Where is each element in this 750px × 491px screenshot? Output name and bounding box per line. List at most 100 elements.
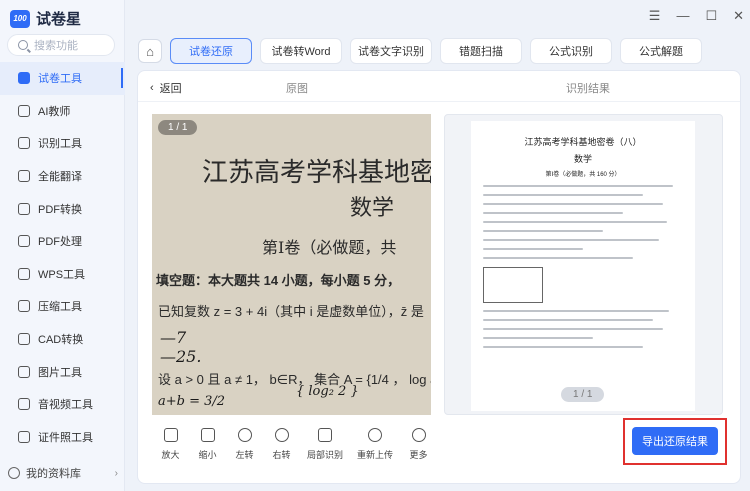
feature-tabs: 试卷还原 试卷转Word 试卷文字识别 错题扫描 公式识别 公式解题 — [170, 38, 702, 64]
close-icon[interactable]: ✕ — [733, 8, 744, 24]
sidebar-item-label: CAD转换 — [38, 334, 84, 347]
home-icon: ⌂ — [146, 43, 154, 59]
result-document: 江苏高考学科基地密卷（八） 数学 第Ⅰ卷（必做题，共 160 分） — [471, 121, 695, 411]
handwriting-mark: —7 —25. — [160, 328, 202, 366]
cad-icon — [18, 333, 30, 346]
original-label: 原图 — [286, 83, 308, 95]
scan-icon — [18, 137, 30, 150]
reupload-button[interactable]: 重新上传 — [350, 428, 400, 461]
text-line — [483, 257, 633, 259]
layers-icon — [18, 72, 30, 85]
app-logo: 100 试卷星 — [10, 8, 81, 29]
pdf-icon — [18, 235, 30, 248]
result-doc-title: 江苏高考学科基地密卷（八） — [524, 138, 642, 148]
zoom-in-icon — [163, 428, 178, 442]
text-line — [483, 310, 669, 312]
tab-exam-to-word[interactable]: 试卷转Word — [260, 38, 342, 64]
sidebar-item-image[interactable]: 图片工具 — [0, 355, 125, 388]
handwriting-mark: a+b = 3/2 — [158, 394, 226, 409]
more-button[interactable]: 更多 — [400, 428, 437, 461]
tab-exam-restore[interactable]: 试卷还原 — [170, 38, 252, 64]
tab-formula-solve[interactable]: 公式解题 — [620, 38, 702, 64]
window-controls: ☰ — ☐ ✕ — [649, 8, 744, 24]
convert-icon — [18, 202, 30, 215]
text-line — [483, 221, 667, 223]
sidebar-item-translate[interactable]: 全能翻译 — [0, 160, 125, 193]
sidebar-item-exam-tools[interactable]: 试卷工具 — [0, 62, 125, 95]
translate-icon — [18, 170, 30, 183]
result-page-indicator: 1 / 1 — [561, 387, 605, 402]
sidebar-item-pdf-process[interactable]: PDF处理 — [0, 225, 125, 258]
text-line — [483, 185, 673, 187]
image-toolbar: 放大 缩小 左转 右转 局部识别 重新上传 更多 — [152, 428, 437, 461]
back-label: 返回 — [159, 83, 182, 95]
tab-exam-text-ocr[interactable]: 试卷文字识别 — [350, 38, 432, 64]
rotate-left-button[interactable]: 左转 — [226, 428, 263, 461]
sidebar-item-wps[interactable]: WPS工具 — [0, 258, 125, 291]
reupload-icon — [368, 428, 382, 442]
text-line — [483, 337, 593, 339]
original-text-instructions: 填空题：本大题共 14 小题，每小题 5 分， — [156, 273, 401, 288]
sidebar-item-label: PDF处理 — [38, 236, 82, 249]
sidebar-item-label: 全能翻译 — [38, 171, 82, 184]
search-icon — [18, 40, 28, 50]
wps-icon — [18, 267, 30, 280]
sidebar-item-label: 音视频工具 — [38, 399, 93, 412]
zoom-in-button[interactable]: 放大 — [152, 428, 189, 461]
sidebar-item-av[interactable]: 音视频工具 — [0, 388, 125, 421]
tab-formula-ocr[interactable]: 公式识别 — [530, 38, 612, 64]
teacher-icon — [18, 104, 30, 117]
menu-icon[interactable]: ☰ — [649, 8, 661, 24]
export-result-button[interactable]: 导出还原结果 — [632, 427, 718, 455]
back-button[interactable]: ‹ 返回 — [150, 80, 182, 96]
crop-icon — [318, 428, 332, 442]
sidebar-item-label: 试卷工具 — [38, 73, 82, 86]
sidebar-item-recognition[interactable]: 识别工具 — [0, 127, 125, 160]
rotate-right-button[interactable]: 右转 — [263, 428, 300, 461]
home-button[interactable]: ⌂ — [138, 39, 162, 63]
text-line — [483, 248, 583, 250]
minimize-icon[interactable]: — — [676, 8, 689, 24]
original-text-q1: 已知复数 z = 3 + 4i（其中 i 是虚数单位），z̄ 是 — [158, 304, 424, 319]
sidebar-item-label: WPS工具 — [38, 268, 86, 281]
zoom-out-button[interactable]: 缩小 — [189, 428, 226, 461]
search-placeholder: 搜索功能 — [34, 40, 78, 52]
sidebar-item-label: AI教师 — [38, 105, 71, 118]
result-label: 识别结果 — [566, 83, 610, 95]
tab-wrong-question-scan[interactable]: 错题扫描 — [440, 38, 522, 64]
app-name: 试卷星 — [36, 11, 82, 28]
pseudocode-box — [483, 267, 543, 303]
main-panel: ‹ 返回 原图 识别结果 1 / 1 江苏高考学科基地密 数学 第Ⅰ卷（必做题，… — [137, 70, 741, 484]
chevron-right-icon: › — [114, 467, 118, 479]
sidebar-item-ai-teacher[interactable]: AI教师 — [0, 95, 125, 128]
text-line — [483, 239, 659, 241]
rotate-right-icon — [274, 428, 289, 442]
sidebar-item-pdf-convert[interactable]: PDF转换 — [0, 192, 125, 225]
tool-label: 放大 — [161, 450, 180, 460]
result-doc-section: 第Ⅰ卷（必做题，共 160 分） — [545, 172, 621, 178]
search-input[interactable]: 搜索功能 — [7, 34, 115, 56]
sidebar-nav: 试卷工具 AI教师 识别工具 全能翻译 PDF转换 PDF处理 WPS工具 压缩… — [0, 62, 125, 453]
sidebar-item-label: PDF转换 — [38, 203, 82, 216]
logo-icon: 100 — [10, 9, 30, 28]
more-icon — [411, 428, 426, 442]
sidebar-item-cad[interactable]: CAD转换 — [0, 323, 125, 356]
id-photo-icon — [18, 430, 30, 443]
rotate-left-icon — [237, 428, 252, 442]
tool-label: 右转 — [272, 450, 291, 460]
library-label: 我的资料库 — [26, 468, 81, 480]
sidebar-item-label: 识别工具 — [38, 138, 82, 151]
image-icon — [18, 365, 30, 378]
tool-label: 局部识别 — [306, 450, 343, 460]
sidebar-item-id-photo[interactable]: 证件照工具 — [0, 421, 125, 454]
text-line — [483, 230, 603, 232]
original-image[interactable]: 1 / 1 江苏高考学科基地密 数学 第Ⅰ卷（必做题，共 填空题：本大题共 14… — [152, 114, 431, 415]
maximize-icon[interactable]: ☐ — [705, 8, 717, 24]
sidebar-item-compress[interactable]: 压缩工具 — [0, 290, 125, 323]
partial-recognition-button[interactable]: 局部识别 — [300, 428, 350, 461]
library-button[interactable]: 我的资料库 › — [8, 462, 118, 484]
text-line — [483, 212, 623, 214]
original-text-section: 第Ⅰ卷（必做题，共 — [262, 238, 397, 257]
result-preview[interactable]: 江苏高考学科基地密卷（八） 数学 第Ⅰ卷（必做题，共 160 分） 1 / 1 — [444, 114, 723, 415]
chevron-left-icon: ‹ — [150, 82, 154, 94]
